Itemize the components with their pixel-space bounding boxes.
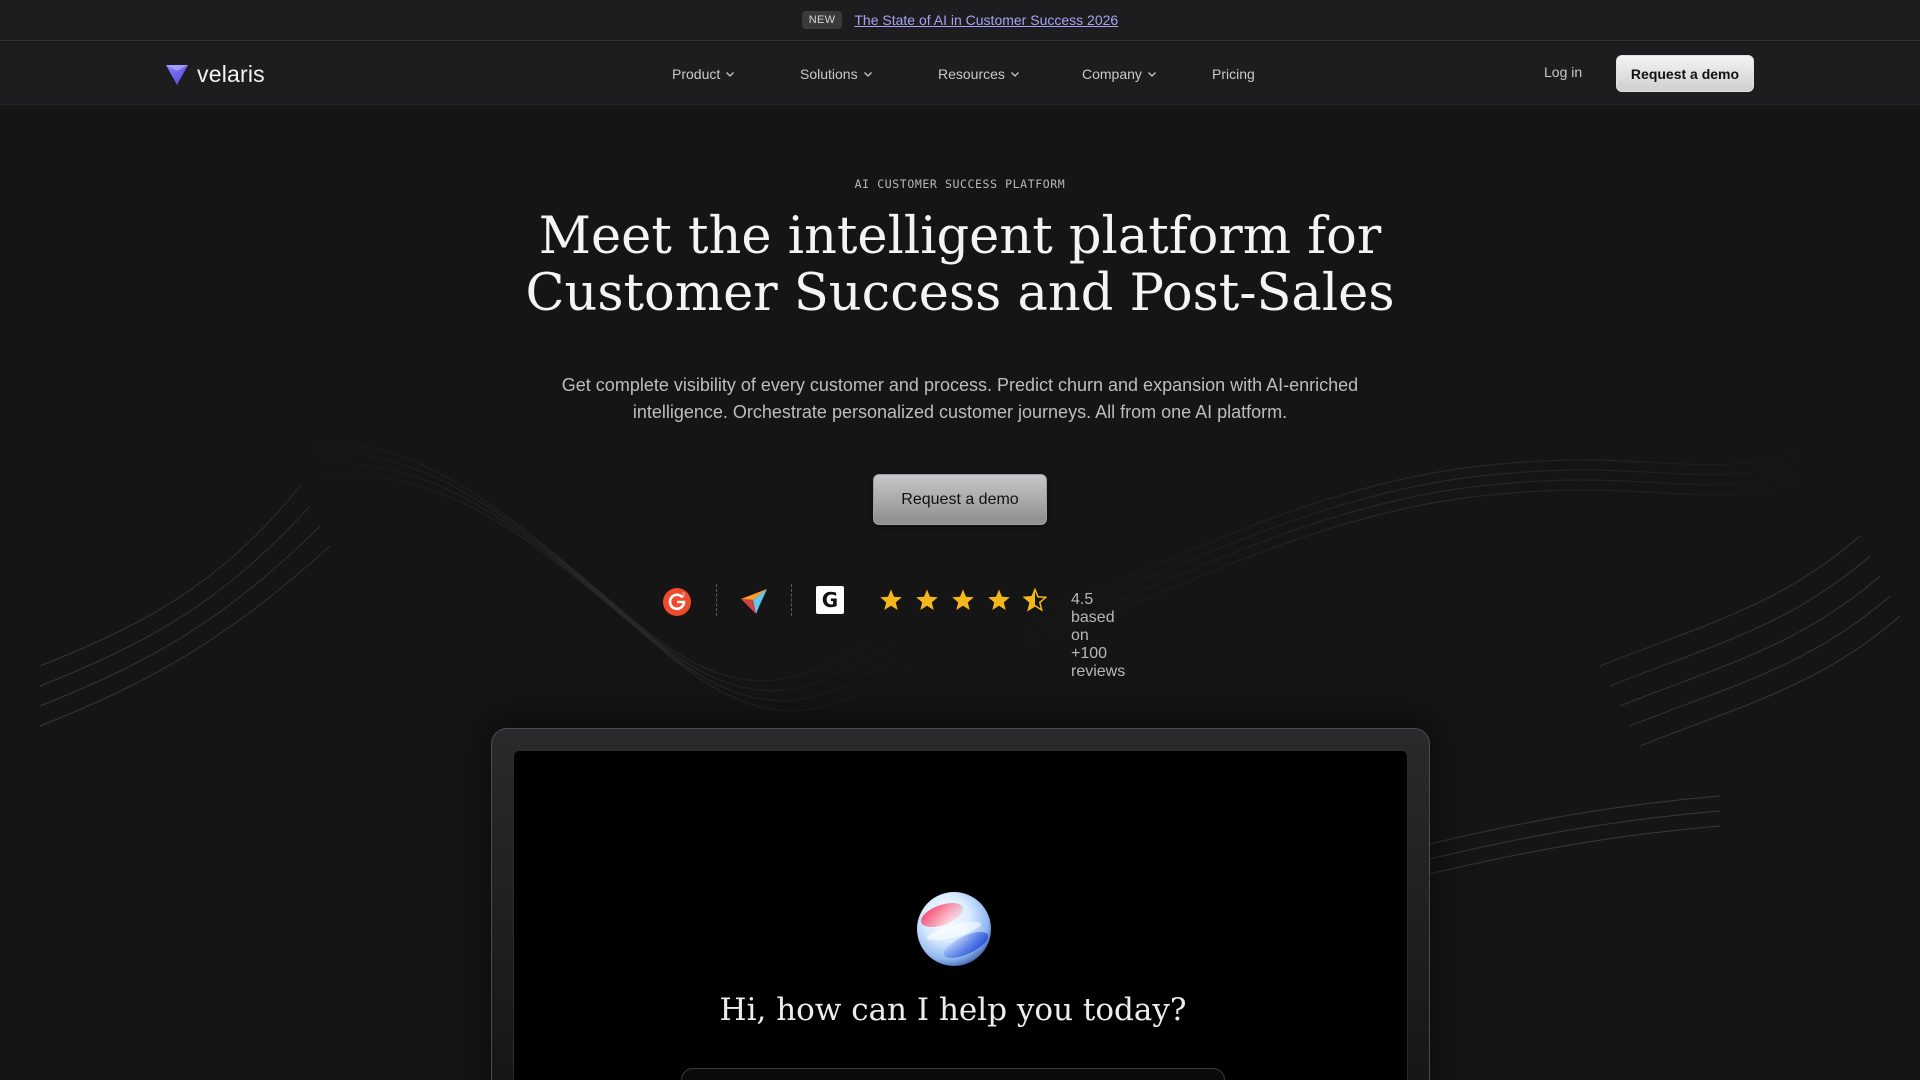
hero-eyebrow: AI CUSTOMER SUCCESS PLATFORM bbox=[854, 177, 1066, 191]
nav-item-company[interactable]: Company bbox=[1082, 64, 1157, 84]
nav-item-resources[interactable]: Resources bbox=[938, 64, 1020, 84]
nav-item-solutions[interactable]: Solutions bbox=[800, 64, 873, 84]
request-demo-button-hero[interactable]: Request a demo bbox=[873, 474, 1047, 525]
announcement-bar: NEW The State of AI in Customer Success … bbox=[0, 0, 1920, 41]
request-demo-button-nav[interactable]: Request a demo bbox=[1616, 55, 1754, 92]
hero-headline-line1: Meet the intelligent platform for bbox=[538, 207, 1382, 266]
hero-subtext: Get complete visibility of every custome… bbox=[561, 375, 1359, 422]
capterra-logo-icon[interactable] bbox=[739, 586, 769, 616]
divider bbox=[791, 584, 792, 616]
top-navbar: velaris Product Solutions Resources Comp… bbox=[0, 42, 1920, 105]
half-star-icon bbox=[1023, 588, 1047, 612]
nav-item-label: Product bbox=[672, 66, 721, 82]
velaris-logo-icon bbox=[166, 65, 188, 85]
chevron-down-icon bbox=[1147, 72, 1156, 77]
new-badge: NEW bbox=[801, 11, 843, 29]
nav-item-pricing[interactable]: Pricing bbox=[1212, 64, 1255, 84]
hero-headline-line2: Customer Success and Post-Sales bbox=[525, 264, 1395, 323]
nav-item-label: Resources bbox=[938, 66, 1005, 82]
nav-item-label: Solutions bbox=[800, 66, 858, 82]
chat-input[interactable] bbox=[681, 1068, 1225, 1080]
star-icon bbox=[880, 589, 902, 610]
divider bbox=[716, 584, 717, 616]
assistant-greeting: Hi, how can I help you today? bbox=[719, 992, 1187, 1028]
svg-text:G: G bbox=[822, 588, 838, 612]
g2-logo-icon[interactable]: 2 bbox=[662, 587, 692, 617]
brand-logo[interactable]: velaris bbox=[165, 61, 265, 87]
chevron-down-icon bbox=[1010, 72, 1019, 77]
review-summary: 4.5 based on +100 reviews bbox=[1071, 591, 1126, 680]
svg-text:2: 2 bbox=[682, 592, 686, 599]
star-icon bbox=[988, 589, 1010, 610]
chevron-down-icon bbox=[863, 72, 872, 77]
brand-name: velaris bbox=[197, 60, 265, 87]
getapp-logo-icon[interactable]: G bbox=[816, 586, 844, 614]
nav-item-product[interactable]: Product bbox=[672, 64, 735, 84]
hero-headline: Meet the intelligent platform for Custom… bbox=[0, 208, 1920, 322]
chevron-down-icon bbox=[726, 72, 735, 77]
announcement-link[interactable]: The State of AI in Customer Success 2026 bbox=[854, 12, 1118, 28]
star-icon bbox=[916, 589, 938, 610]
nav-item-label: Pricing bbox=[1212, 66, 1255, 82]
login-link[interactable]: Log in bbox=[1544, 64, 1582, 80]
nav-item-label: Company bbox=[1082, 66, 1142, 82]
star-icon bbox=[952, 589, 974, 610]
ai-assistant-orb-icon bbox=[917, 892, 991, 966]
